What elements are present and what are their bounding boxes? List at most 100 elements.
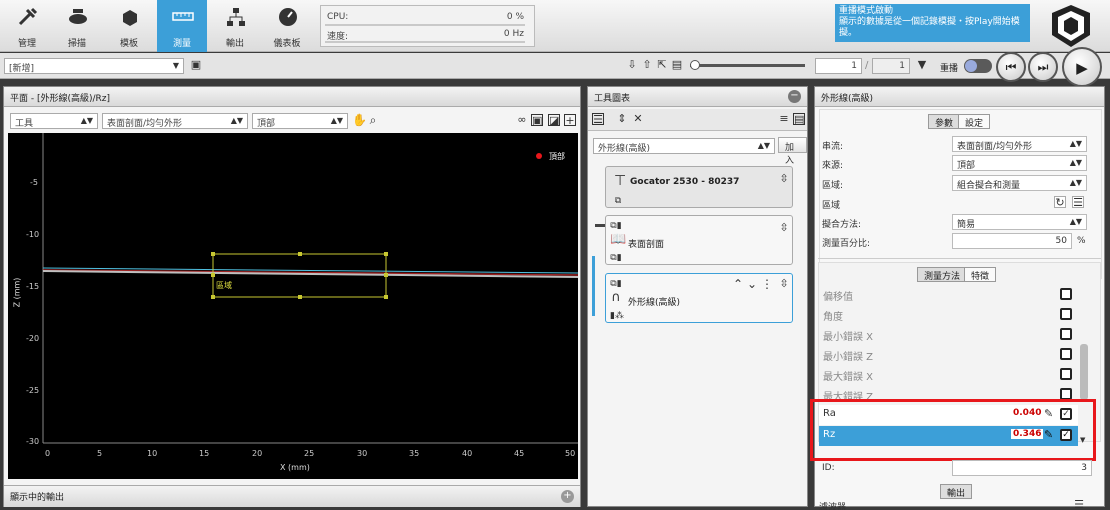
glasses-icon[interactable]: ∞	[516, 114, 528, 126]
detail-view-icon[interactable]: ▤	[793, 113, 805, 126]
id-input[interactable]: 3	[952, 460, 1092, 476]
chevron-updown-icon[interactable]: ⇳	[778, 222, 790, 234]
zoom-icon[interactable]: ⌕	[367, 114, 379, 126]
checkbox[interactable]	[1060, 308, 1072, 320]
sensor-card[interactable]: ⊤ Gocator 2530 - 80237 ⇳ ⧉	[605, 166, 793, 208]
tab-features[interactable]: 特徵	[964, 267, 997, 282]
fit-method-select[interactable]: 簡易 ▲▼	[952, 214, 1087, 230]
plot-panel-title: 平面 - [外形線(高級)/Rz]	[4, 87, 580, 107]
pin-icon[interactable]: ✎	[1044, 407, 1053, 420]
gocator-logo-icon	[1052, 5, 1090, 47]
chevron-down-icon[interactable]: ⌄	[746, 278, 758, 290]
add-output-button[interactable]: +	[561, 490, 574, 503]
tool-select[interactable]: 工具 ▲▼	[10, 113, 98, 129]
y-tick: -30	[26, 437, 40, 446]
hand-icon[interactable]: ✋	[352, 114, 367, 126]
percent-row: 測量百分比: 50 %	[822, 233, 1087, 251]
region-type-select[interactable]: 組合擬合和測量 ▲▼	[952, 175, 1087, 191]
step-back-button[interactable]: ⏮	[996, 52, 1026, 82]
job-select[interactable]: [新增] ▼	[4, 58, 184, 74]
toolbar-manage-button[interactable]: 管理	[2, 0, 52, 52]
chevron-updown-icon[interactable]: ⇳	[778, 278, 790, 290]
upload-icon[interactable]: ⇧	[641, 59, 653, 71]
tab-measurements[interactable]: 測量方法	[917, 267, 968, 282]
trash-icon[interactable]: ▤	[671, 59, 683, 71]
y-axis-label: Z (mm)	[12, 277, 22, 308]
chevron-updown-icon[interactable]: ⇳	[778, 173, 790, 185]
replay-toggle[interactable]	[964, 59, 992, 73]
measurement-item[interactable]: 最小錯誤 Z	[819, 345, 1078, 365]
play-button[interactable]: ▶	[1062, 47, 1102, 87]
book-icon: 📖	[610, 232, 627, 247]
checkbox[interactable]	[1060, 328, 1072, 340]
frame-input[interactable]: 1	[815, 58, 862, 74]
tab-settings[interactable]: 設定	[958, 114, 991, 129]
toolbar-scan-button[interactable]: 掃描	[52, 0, 102, 52]
connector	[595, 224, 605, 227]
list-view-icon[interactable]: ☰	[592, 113, 604, 126]
x-tick: 15	[199, 449, 210, 458]
slider-handle[interactable]	[690, 60, 700, 70]
measurement-item[interactable]: 角度	[819, 305, 1078, 325]
system-meters: CPU: 0 % 速度: 0 Hz	[320, 5, 535, 47]
measurement-item[interactable]: 最大錯誤 X	[819, 365, 1078, 385]
measurement-rz[interactable]: Rz 0.346 ✎ ✓	[819, 426, 1078, 446]
scrollbar-thumb[interactable]	[1080, 344, 1088, 400]
measurement-item[interactable]: 最小錯誤 X	[819, 325, 1078, 345]
list-icon[interactable]: ☰	[1072, 196, 1084, 209]
checkbox-checked[interactable]: ✓	[1060, 408, 1072, 420]
reset-icon[interactable]: ↻	[1054, 196, 1066, 209]
x-tick: 10	[147, 449, 158, 458]
checkbox[interactable]	[1060, 348, 1072, 360]
tab-params[interactable]: 參數	[928, 114, 961, 129]
view-split-icon[interactable]: ◪	[548, 114, 560, 127]
measurement-ra[interactable]: Ra 0.040 ✎ ✓	[819, 405, 1078, 425]
source-select[interactable]: 頂部 ▲▼	[952, 155, 1087, 171]
x-tick: 20	[252, 449, 263, 458]
more-icon[interactable]: ⋮	[761, 278, 773, 290]
region-type-row: 區域: 組合擬合和測量 ▲▼	[822, 175, 1087, 193]
sensor-icon: ⊤	[614, 173, 627, 189]
step-forward-button[interactable]: ⏭	[1028, 52, 1058, 82]
checkbox-checked[interactable]: ✓	[1060, 429, 1072, 441]
region-label: 區域	[216, 281, 232, 290]
percent-input[interactable]: 50	[952, 233, 1072, 249]
output-icon: ▮⁂	[610, 311, 624, 321]
tool-card-surface-section[interactable]: ⧉▮ 📖 表面剖面 ⧉▮ ⇳	[605, 215, 793, 265]
view-2d-icon[interactable]: ▣	[531, 114, 543, 127]
input-icon: ⧉▮	[610, 221, 622, 231]
view-add-icon[interactable]: +	[564, 114, 576, 127]
toolbar-measure-button[interactable]: 測量	[157, 0, 207, 52]
export-icon[interactable]: ⇱	[656, 59, 668, 71]
tab-output[interactable]: 輸出	[940, 484, 973, 499]
replay-slider[interactable]	[690, 64, 805, 67]
toolbar-dashboard-button[interactable]: 儀表板	[262, 0, 312, 52]
source-select[interactable]: 頂部 ▲▼	[252, 113, 348, 129]
play-icon: ▶	[1076, 59, 1088, 77]
minimize-icon[interactable]: −	[788, 90, 801, 103]
pin-icon[interactable]: ✎	[1044, 428, 1053, 441]
download-icon[interactable]: ⇩	[626, 59, 638, 71]
collapse-icon[interactable]: ⇕	[616, 113, 628, 125]
list-icon[interactable]: ☰	[1073, 499, 1085, 510]
stream-select[interactable]: 表面剖面/均勻外形 ▲▼	[952, 136, 1087, 152]
measurement-item[interactable]: 偏移值	[819, 285, 1078, 305]
tool-card-profile-advanced[interactable]: ⧉▮ ∩ 外形線(高級) ▮⁂ ⌃ ⌄ ⋮ ⇳	[605, 273, 793, 323]
lines-icon[interactable]: ≡	[778, 113, 790, 125]
checkbox[interactable]	[1060, 288, 1072, 300]
filter-icon[interactable]: ▼	[916, 59, 928, 71]
add-tool-button[interactable]: 加入	[778, 137, 807, 166]
profile-plot[interactable]: 頂部 區域 -5 -10 -15 -20 -25 -30 0 5 10 15 2…	[8, 133, 578, 479]
checkbox[interactable]	[1060, 368, 1072, 380]
region-row: 區域 ↻ ☰	[822, 196, 1084, 211]
id-row: ID: 3	[822, 460, 1092, 478]
toolbar-output-button[interactable]: 輸出	[210, 0, 260, 52]
x-tick: 5	[97, 449, 103, 458]
expand-icon[interactable]: ✕	[632, 113, 644, 125]
save-icon[interactable]: ▣	[190, 59, 202, 71]
input-icon: ⧉▮	[610, 279, 622, 289]
add-tool-select[interactable]: 外形線(高級) ▲▼	[593, 138, 775, 154]
chevron-up-icon[interactable]: ⌃	[732, 278, 744, 290]
stream-select[interactable]: 表面剖面/均勻外形 ▲▼	[102, 113, 248, 129]
toolbar-template-button[interactable]: 模板	[104, 0, 154, 52]
